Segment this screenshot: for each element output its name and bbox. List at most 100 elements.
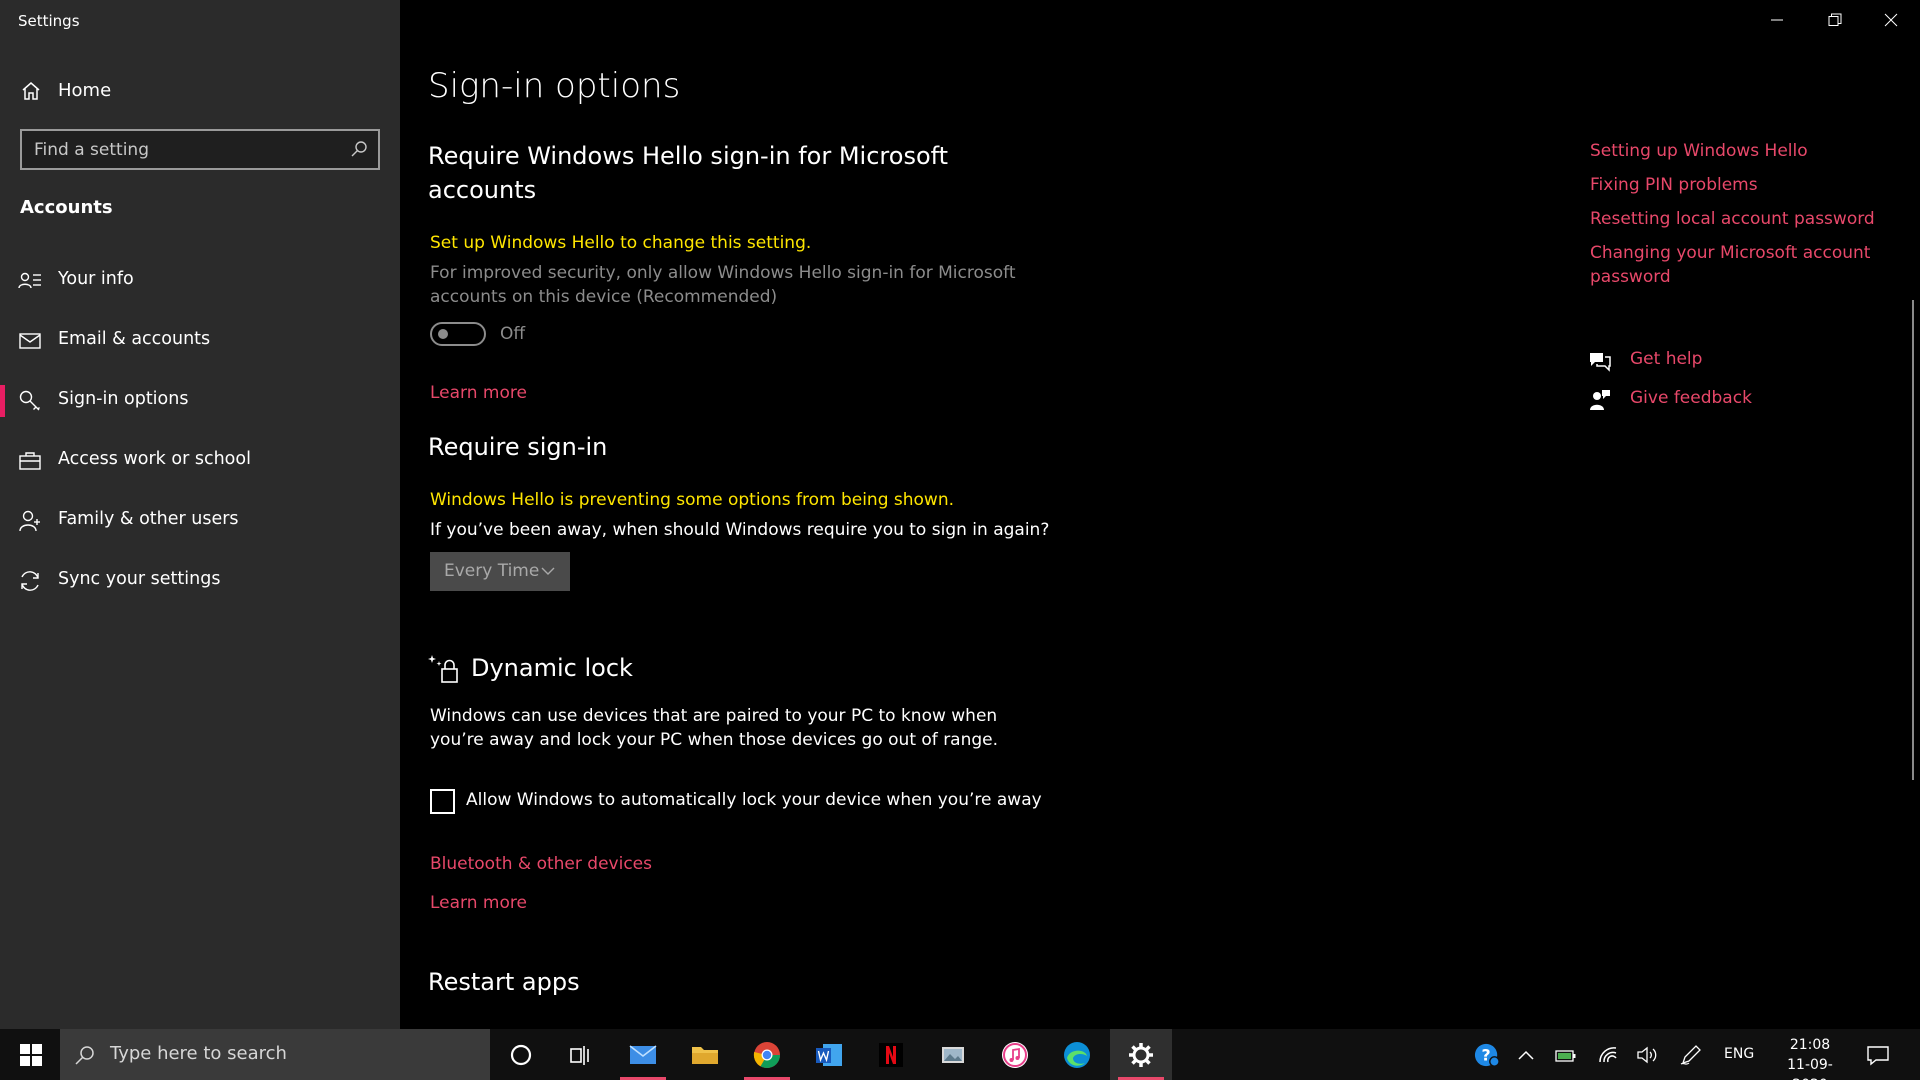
search-icon[interactable] xyxy=(350,140,368,158)
related-link-windows-hello[interactable]: Setting up Windows Hello xyxy=(1590,139,1808,163)
sidebar-item-label: Sign-in options xyxy=(58,389,189,409)
hello-warning: Set up Windows Hello to change this sett… xyxy=(430,233,812,253)
minimize-icon xyxy=(1771,19,1783,21)
sidebar-item-email-accounts[interactable]: Email & accounts xyxy=(0,317,400,365)
photos-app-icon xyxy=(942,1047,964,1063)
search-icon xyxy=(75,1046,94,1065)
key-icon xyxy=(19,390,40,411)
help-tray-icon[interactable]: ? xyxy=(1473,1042,1501,1068)
cortana-button[interactable] xyxy=(490,1029,552,1080)
hello-heading-line1: Require Windows Hello sign-in for Micros… xyxy=(428,142,949,170)
mail-app-button[interactable] xyxy=(612,1029,674,1080)
require-signin-dropdown[interactable]: Every Time xyxy=(430,552,570,591)
feedback-icon xyxy=(1590,390,1610,410)
pen-workspace-icon[interactable] xyxy=(1679,1042,1703,1068)
volume-icon[interactable] xyxy=(1636,1042,1660,1068)
chevron-down-icon xyxy=(541,567,555,575)
clock-time: 21:08 xyxy=(1789,1037,1831,1053)
hello-heading-line2: accounts xyxy=(428,176,537,204)
sync-icon xyxy=(21,571,39,591)
active-indicator xyxy=(0,385,5,417)
photos-app-button[interactable] xyxy=(922,1029,984,1080)
find-setting-box[interactable] xyxy=(20,129,380,170)
close-button[interactable] xyxy=(1862,0,1920,40)
require-signin-heading: Require sign-in xyxy=(428,433,608,461)
sidebar-item-family-users[interactable]: Family & other users xyxy=(0,497,400,545)
require-signin-warning: Windows Hello is preventing some options… xyxy=(430,490,955,510)
bluetooth-devices-link[interactable]: Bluetooth & other devices xyxy=(430,854,652,874)
dynamic-lock-desc-line2: you’re away and lock your PC when those … xyxy=(430,730,999,750)
briefcase-icon xyxy=(19,452,41,470)
notifications-icon[interactable] xyxy=(1866,1042,1890,1068)
taskbar: Type here to search ? ENG 21:08 11-09- xyxy=(0,1029,1920,1080)
dynamic-lock-heading: Dynamic lock xyxy=(471,654,633,682)
edge-button[interactable] xyxy=(1046,1029,1108,1080)
hello-desc-line2: accounts on this device (Recommended) xyxy=(430,287,778,307)
toggle-knob xyxy=(438,329,448,339)
find-setting-input[interactable] xyxy=(34,131,334,168)
chrome-icon xyxy=(753,1042,781,1069)
edge-icon xyxy=(1064,1042,1090,1068)
sidebar-item-access-work[interactable]: Access work or school xyxy=(0,437,400,485)
taskbar-search-placeholder: Type here to search xyxy=(110,1043,287,1064)
sidebar-item-label: Your info xyxy=(58,269,134,289)
give-feedback-label: Give feedback xyxy=(1630,388,1752,408)
itunes-button[interactable] xyxy=(984,1029,1046,1080)
related-link-change-ms-password[interactable]: Changing your Microsoft account xyxy=(1590,241,1870,265)
minimize-button[interactable] xyxy=(1748,0,1806,40)
wifi-icon[interactable] xyxy=(1597,1042,1619,1068)
toggle-state-label: Off xyxy=(500,324,526,344)
word-button[interactable] xyxy=(798,1029,860,1080)
get-help-link[interactable]: Get help xyxy=(1588,347,1848,375)
file-explorer-button[interactable] xyxy=(674,1029,736,1080)
netflix-icon xyxy=(879,1043,903,1067)
dynamic-lock-icon xyxy=(428,655,458,683)
settings-app-button[interactable] xyxy=(1110,1029,1172,1080)
close-icon xyxy=(1884,13,1898,27)
section-accounts: Accounts xyxy=(20,197,113,218)
related-link-pin-problems[interactable]: Fixing PIN problems xyxy=(1590,173,1758,197)
chrome-button[interactable] xyxy=(736,1029,798,1080)
restore-button[interactable] xyxy=(1806,0,1864,40)
task-view-button[interactable] xyxy=(549,1029,611,1080)
mail-icon xyxy=(19,333,41,349)
sidebar-item-sync-settings[interactable]: Sync your settings xyxy=(0,557,400,605)
taskbar-clock[interactable]: 21:08 11-09-2020 xyxy=(1770,1035,1850,1080)
settings-app-icon xyxy=(1129,1043,1153,1067)
language-indicator[interactable]: ENG xyxy=(1724,1046,1754,1062)
chevron-up-icon[interactable] xyxy=(1516,1042,1536,1068)
sidebar-item-label: Sync your settings xyxy=(58,569,221,589)
sidebar-item-sign-in-options[interactable]: Sign-in options xyxy=(0,377,400,425)
give-feedback-link[interactable]: Give feedback xyxy=(1588,386,1848,414)
hello-toggle[interactable] xyxy=(430,322,486,346)
person-add-icon xyxy=(19,510,40,532)
restart-apps-heading: Restart apps xyxy=(428,968,580,996)
restore-icon xyxy=(1828,13,1842,26)
file-explorer-icon xyxy=(692,1047,718,1064)
sidebar: Settings Home Accounts Your info Email &… xyxy=(0,0,400,1029)
page-title: Sign-in options xyxy=(428,66,681,106)
require-signin-question: If you’ve been away, when should Windows… xyxy=(430,520,1050,540)
itunes-icon xyxy=(1002,1042,1028,1068)
dynamic-lock-checkbox-label[interactable]: Allow Windows to automatically lock your… xyxy=(466,790,1042,810)
dynamic-lock-desc-line1: Windows can use devices that are paired … xyxy=(430,706,998,726)
home-icon xyxy=(22,82,40,100)
scrollbar[interactable] xyxy=(1912,300,1914,780)
windows-logo-icon xyxy=(20,1044,42,1066)
learn-more-link-hello[interactable]: Learn more xyxy=(430,383,527,403)
dynamic-lock-checkbox[interactable] xyxy=(430,789,455,814)
chat-help-icon xyxy=(1590,353,1611,372)
battery-charging-icon[interactable] xyxy=(1554,1042,1578,1068)
sidebar-item-label: Family & other users xyxy=(58,509,239,529)
related-link-reset-password[interactable]: Resetting local account password xyxy=(1590,207,1875,231)
learn-more-link-dynamic-lock[interactable]: Learn more xyxy=(430,893,527,913)
sidebar-item-your-info[interactable]: Your info xyxy=(0,257,400,305)
home-nav-item[interactable]: Home xyxy=(0,72,400,112)
word-icon xyxy=(816,1044,842,1066)
netflix-button[interactable] xyxy=(860,1029,922,1080)
taskbar-search-box[interactable]: Type here to search xyxy=(60,1029,490,1080)
related-link-change-ms-password-cont[interactable]: password xyxy=(1590,265,1671,289)
mail-app-icon xyxy=(629,1045,657,1064)
main-content: Sign-in options Require Windows Hello si… xyxy=(400,0,1920,1029)
start-button[interactable] xyxy=(0,1029,60,1080)
